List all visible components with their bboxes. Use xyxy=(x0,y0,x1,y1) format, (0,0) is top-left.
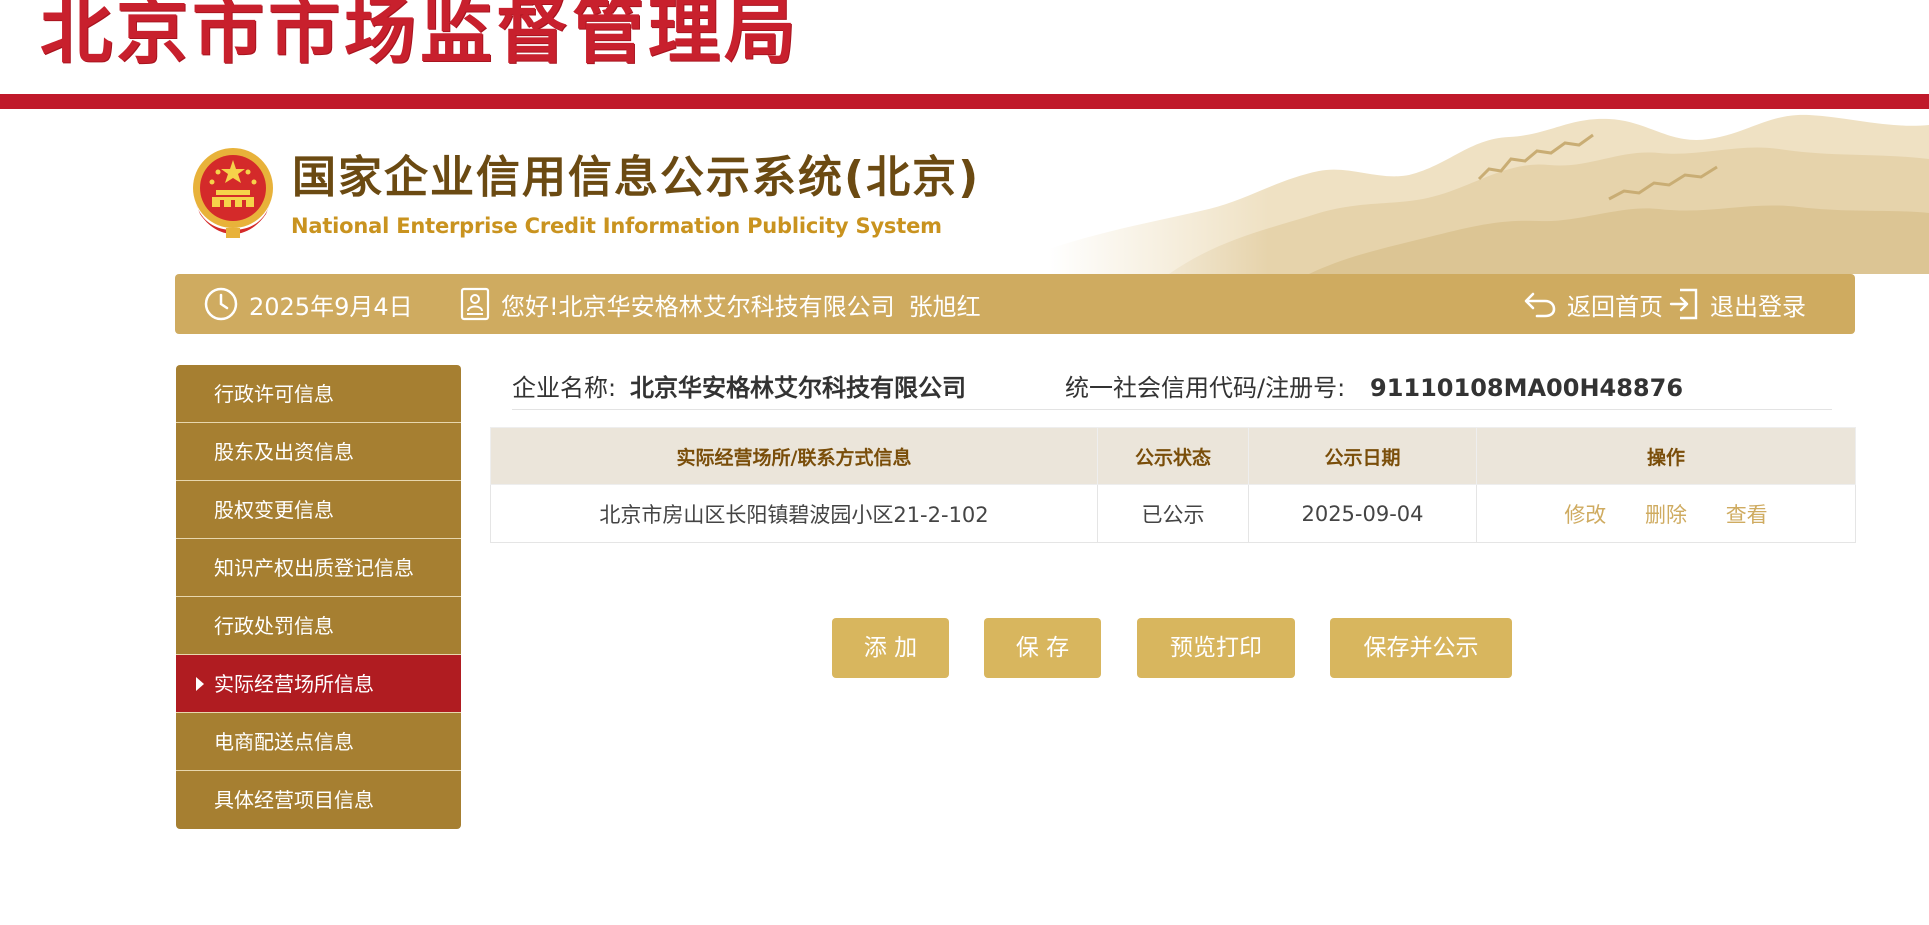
sidebar-item-label: 知识产权出质登记信息 xyxy=(214,556,414,580)
sidebar-item-business-scope[interactable]: 具体经营项目信息 xyxy=(176,771,461,829)
system-title-cn: 国家企业信用信息公示系统(北京) xyxy=(292,152,981,203)
sidebar-item-shareholder[interactable]: 股东及出资信息 xyxy=(176,423,461,481)
return-home-label: 返回首页 xyxy=(1567,292,1663,321)
company-name-label: 企业名称: xyxy=(512,374,617,402)
add-button[interactable]: 添 加 xyxy=(832,618,949,678)
edit-link[interactable]: 修改 xyxy=(1564,499,1606,529)
credit-code-label: 统一社会信用代码/注册号: xyxy=(1065,374,1346,402)
greeting-text: 您好! xyxy=(501,292,559,321)
current-date: 2025年9月4日 xyxy=(203,274,413,334)
sidebar-item-label: 股东及出资信息 xyxy=(214,440,354,464)
save-button[interactable]: 保 存 xyxy=(984,618,1101,678)
return-arrow-icon xyxy=(1524,292,1556,318)
sidebar-item-admin-license[interactable]: 行政许可信息 xyxy=(176,365,461,423)
view-link[interactable]: 查看 xyxy=(1726,499,1768,529)
national-emblem-icon xyxy=(193,148,273,238)
red-divider-bar xyxy=(0,94,1929,109)
sidebar-item-label: 电商配送点信息 xyxy=(214,730,354,754)
cell-actions: 修改 删除 查看 xyxy=(1476,484,1856,543)
credit-code-value: 91110108MA00H48876 xyxy=(1370,374,1684,402)
system-title-en: National Enterprise Credit Information P… xyxy=(291,214,942,238)
column-header-actions: 操作 xyxy=(1476,427,1856,485)
logout-icon xyxy=(1669,288,1698,320)
table-header-row: 实际经营场所/联系方式信息 公示状态 公示日期 操作 xyxy=(490,427,1856,485)
sidebar-item-ecommerce-delivery[interactable]: 电商配送点信息 xyxy=(176,713,461,771)
sidebar-item-label: 股权变更信息 xyxy=(214,498,334,522)
company-info-row: 企业名称: 北京华安格林艾尔科技有限公司 统一社会信用代码/注册号: 91110… xyxy=(512,365,1832,411)
great-wall-mountain-illustration xyxy=(1049,109,1929,274)
system-header: 国家企业信用信息公示系统(北京) National Enterprise Cre… xyxy=(0,109,1929,274)
info-divider xyxy=(512,409,1832,410)
delete-link[interactable]: 删除 xyxy=(1645,499,1687,529)
return-home-link[interactable]: 返回首页 xyxy=(1523,274,1663,334)
preview-print-button[interactable]: 预览打印 xyxy=(1137,618,1295,678)
caret-right-icon xyxy=(196,677,204,691)
sidebar-item-equity-change[interactable]: 股权变更信息 xyxy=(176,481,461,539)
sidebar-item-label: 行政许可信息 xyxy=(214,382,334,406)
sidebar-item-business-premises[interactable]: 实际经营场所信息 xyxy=(176,655,461,713)
premises-table: 实际经营场所/联系方式信息 公示状态 公示日期 操作 北京市房山区长阳镇碧波园小… xyxy=(490,427,1856,543)
agency-title: 北京市市场监督管理局 xyxy=(40,0,801,73)
sidebar-item-label: 具体经营项目信息 xyxy=(214,788,374,812)
logout-link[interactable]: 退出登录 xyxy=(1668,274,1806,334)
table-row: 北京市房山区长阳镇碧波园小区21-2-102 已公示 2025-09-04 修改… xyxy=(490,484,1856,543)
company-name-value: 北京华安格林艾尔科技有限公司 xyxy=(630,374,966,402)
greeting-user: 张旭红 xyxy=(908,292,981,321)
column-header-address: 实际经营场所/联系方式信息 xyxy=(490,427,1098,485)
greeting-company: 北京华安格林艾尔科技有限公司 xyxy=(558,292,895,321)
sidebar-nav: 行政许可信息 股东及出资信息 股权变更信息 知识产权出质登记信息 行政处罚信息 … xyxy=(176,365,461,829)
agency-banner: 北京市市场监督管理局 xyxy=(0,0,1929,94)
sidebar-item-admin-penalty[interactable]: 行政处罚信息 xyxy=(176,597,461,655)
user-badge-icon xyxy=(460,287,490,321)
column-header-date: 公示日期 xyxy=(1248,427,1477,485)
sidebar-item-label: 实际经营场所信息 xyxy=(214,672,374,696)
info-bar: 2025年9月4日 您好! 北京华安格林艾尔科技有限公司 张旭红 返回首页 退出… xyxy=(175,274,1855,334)
column-header-status: 公示状态 xyxy=(1097,427,1249,485)
user-greeting: 您好! 北京华安格林艾尔科技有限公司 张旭红 xyxy=(459,274,981,334)
clock-icon xyxy=(204,287,238,321)
sidebar-item-label: 行政处罚信息 xyxy=(214,614,334,638)
cell-status: 已公示 xyxy=(1097,484,1249,543)
sidebar-item-ip-pledge[interactable]: 知识产权出质登记信息 xyxy=(176,539,461,597)
date-text: 2025年9月4日 xyxy=(249,292,413,321)
save-and-publish-button[interactable]: 保存并公示 xyxy=(1330,618,1512,678)
cell-date: 2025-09-04 xyxy=(1248,484,1477,543)
logout-label: 退出登录 xyxy=(1710,292,1806,321)
cell-address: 北京市房山区长阳镇碧波园小区21-2-102 xyxy=(490,484,1098,543)
